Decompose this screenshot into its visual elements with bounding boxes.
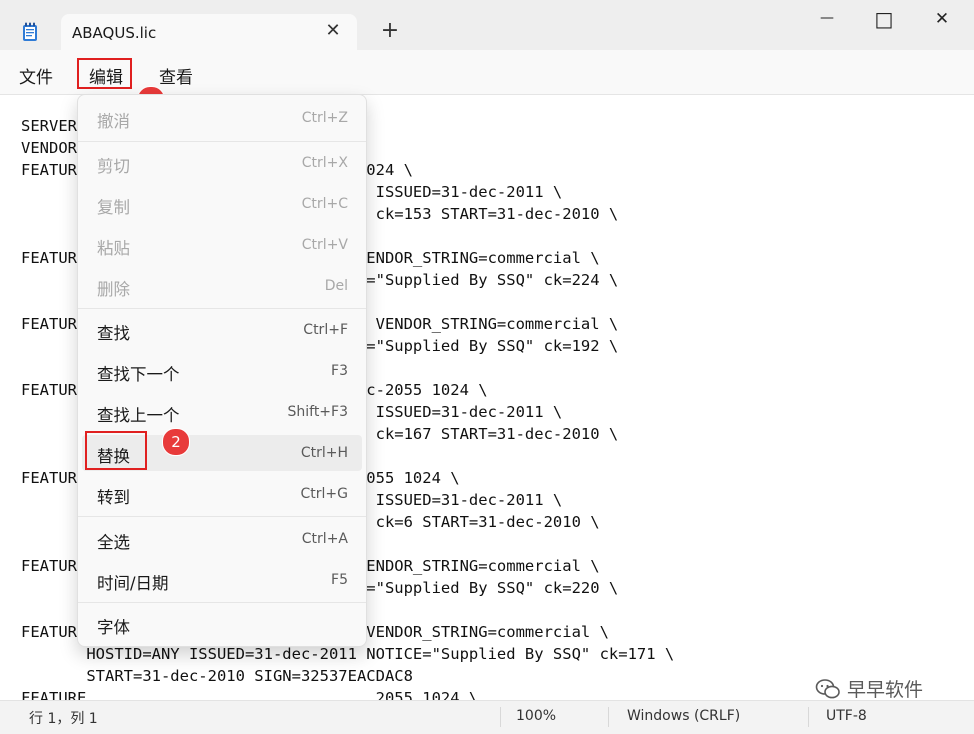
status-divider — [608, 707, 609, 727]
edit-menu-highlight-box — [77, 58, 132, 89]
menu-item-label: 复制 — [97, 198, 130, 217]
maximize-button[interactable]: □ — [861, 6, 907, 36]
menu-item-undo[interactable]: 撤消 Ctrl+Z — [82, 100, 362, 136]
menu-item-find[interactable]: 查找 Ctrl+F — [82, 312, 362, 348]
menu-item-label: 撤消 — [97, 112, 130, 131]
status-bar: 行 1，列 1 100% Windows (CRLF) UTF-8 — [0, 700, 974, 734]
close-window-button[interactable]: ✕ — [919, 6, 965, 36]
menu-item-label: 剪切 — [97, 157, 130, 176]
menu-item-label: 字体 — [97, 618, 130, 637]
menu-item-shortcut: F3 — [331, 363, 348, 379]
menu-item-shortcut: Ctrl+X — [301, 155, 348, 171]
menu-separator — [78, 141, 366, 142]
menu-separator — [78, 602, 366, 603]
menu-item-shortcut: Ctrl+A — [301, 531, 348, 547]
menu-item-time-date[interactable]: 时间/日期 F5 — [82, 562, 362, 598]
menu-item-find-next[interactable]: 查找下一个 F3 — [82, 353, 362, 389]
menu-item-shortcut: Ctrl+F — [303, 322, 348, 338]
menu-item-delete[interactable]: 删除 Del — [82, 268, 362, 304]
menu-item-label: 删除 — [97, 280, 130, 299]
menu-view[interactable]: 查看 — [159, 63, 193, 88]
title-bar: ABAQUS.lic ✕ + — □ ✕ — [0, 0, 974, 50]
menu-file[interactable]: 文件 — [19, 63, 53, 88]
menu-item-label: 查找 — [97, 324, 130, 343]
status-divider — [500, 707, 501, 727]
menu-item-cut[interactable]: 剪切 Ctrl+X — [82, 145, 362, 181]
watermark: 早早软件 — [815, 675, 923, 702]
menu-item-find-previous[interactable]: 查找上一个 Shift+F3 — [82, 394, 362, 430]
zoom-level[interactable]: 100% — [516, 708, 556, 724]
menu-separator — [78, 516, 366, 517]
wechat-icon — [815, 678, 840, 698]
encoding[interactable]: UTF-8 — [826, 708, 867, 724]
tab-title: ABAQUS.lic — [72, 24, 157, 42]
menu-item-shortcut: F5 — [331, 572, 348, 588]
menu-item-label: 转到 — [97, 488, 130, 507]
menu-separator — [78, 308, 366, 309]
edit-menu-dropdown: 撤消 Ctrl+Z 剪切 Ctrl+X 复制 Ctrl+C 粘贴 Ctrl+V … — [77, 94, 367, 647]
document-tab[interactable]: ABAQUS.lic ✕ — [61, 14, 357, 50]
menu-item-label: 粘贴 — [97, 239, 130, 258]
cursor-position: 行 1，列 1 — [29, 711, 98, 727]
menu-item-shortcut: Ctrl+C — [301, 196, 348, 212]
menu-item-select-all[interactable]: 全选 Ctrl+A — [82, 521, 362, 557]
watermark-text: 早早软件 — [847, 679, 924, 701]
menu-item-shortcut: Ctrl+V — [301, 237, 348, 253]
close-tab-icon[interactable]: ✕ — [323, 21, 343, 41]
menu-item-shortcut: Del — [324, 278, 348, 294]
step-2-badge: 2 — [162, 428, 190, 456]
line-ending[interactable]: Windows (CRLF) — [627, 708, 740, 724]
menu-item-label: 查找上一个 — [97, 406, 180, 425]
menu-item-label: 全选 — [97, 533, 130, 552]
status-divider — [808, 707, 809, 727]
replace-highlight-box — [85, 431, 147, 470]
menu-item-shortcut: Ctrl+Z — [301, 110, 348, 126]
new-tab-icon[interactable]: + — [379, 20, 401, 42]
menu-item-copy[interactable]: 复制 Ctrl+C — [82, 186, 362, 222]
menu-item-shortcut: Ctrl+G — [300, 486, 349, 502]
minimize-button[interactable]: — — [804, 6, 850, 36]
menu-item-label: 查找下一个 — [97, 365, 180, 384]
menu-item-font[interactable]: 字体 — [82, 606, 362, 642]
menu-item-label: 时间/日期 — [97, 574, 169, 593]
menu-item-paste[interactable]: 粘贴 Ctrl+V — [82, 227, 362, 263]
menu-item-goto[interactable]: 转到 Ctrl+G — [82, 476, 362, 512]
notepad-app-icon — [23, 22, 37, 41]
menu-item-shortcut: Shift+F3 — [287, 404, 348, 420]
menu-item-shortcut: Ctrl+H — [300, 445, 348, 461]
